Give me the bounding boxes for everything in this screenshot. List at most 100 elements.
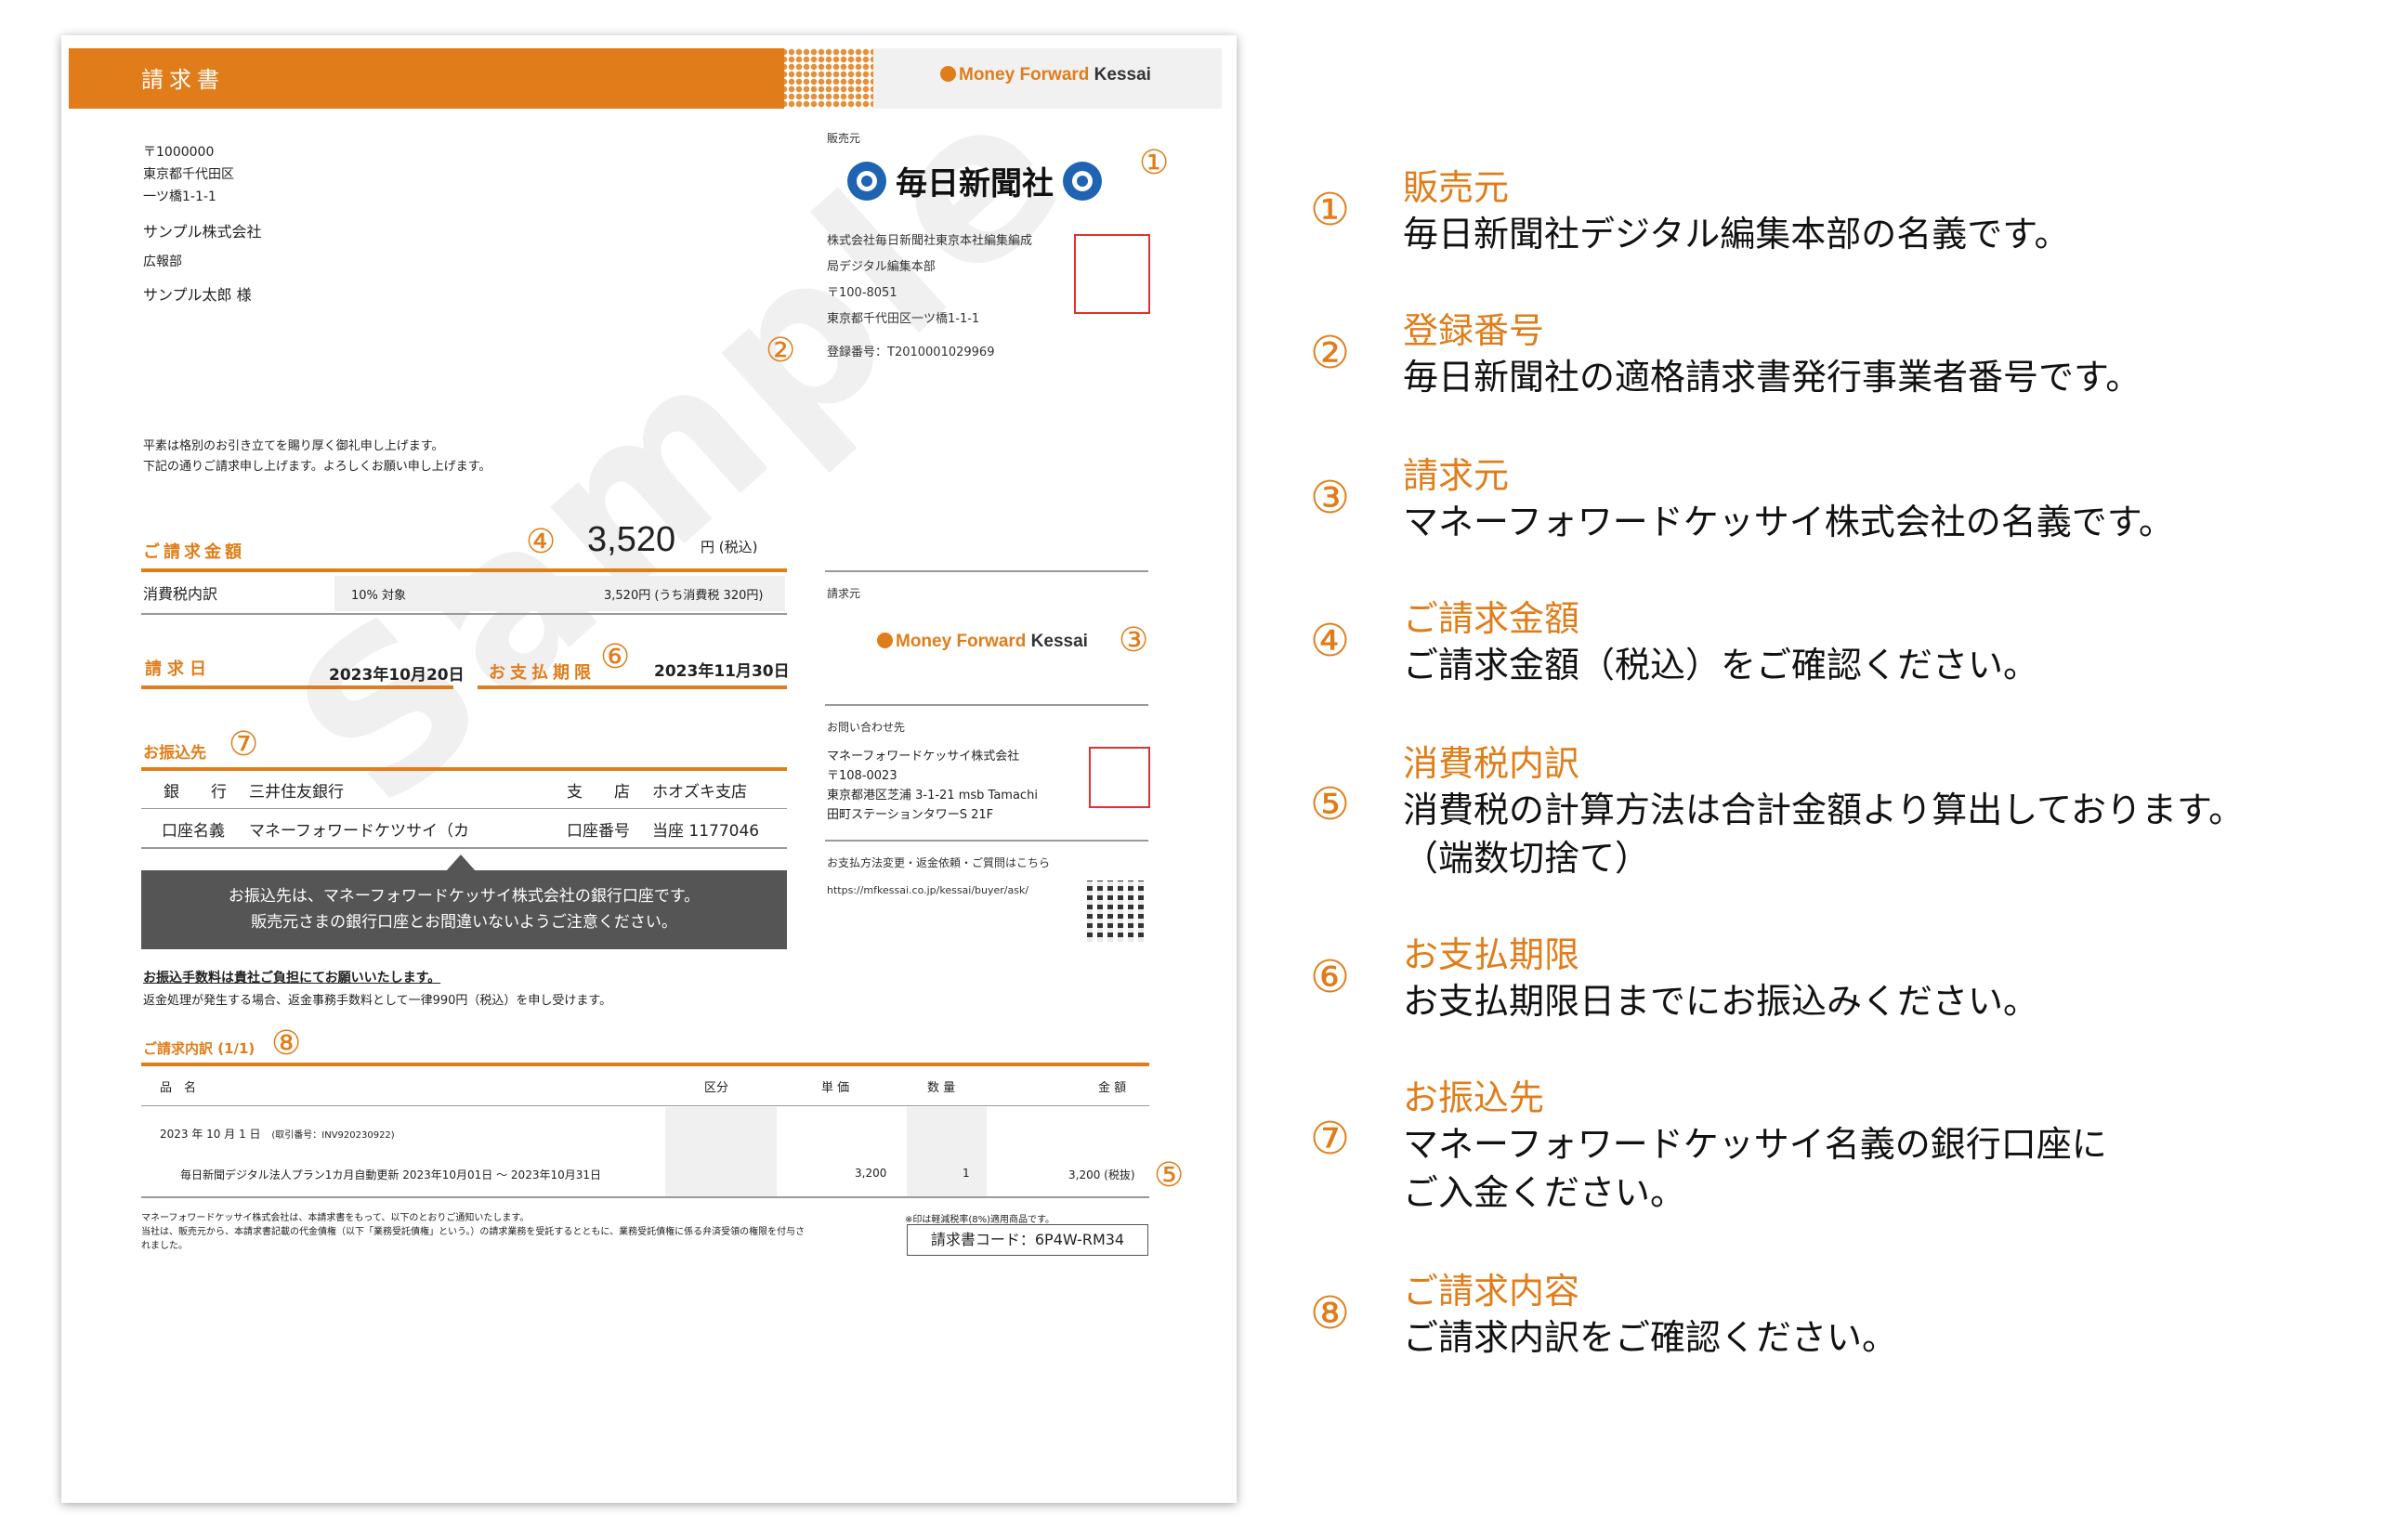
buyer-company: サンプル株式会社 xyxy=(143,223,262,241)
explanation-4-title: ご請求金額 xyxy=(1403,598,1580,639)
qr-code-pattern xyxy=(1087,881,1148,942)
explanation-5-desc-line1: 消費税の計算方法は合計金額より算出しております。 xyxy=(1403,790,2245,830)
tax-row-underline xyxy=(141,613,787,615)
seller-registration-number: 登録番号：T2010001029969 xyxy=(827,346,995,359)
refund-fee-note: 返金処理が発生する場合、返金事務手数料として一律990円（税込）を申し受けます。 xyxy=(143,994,612,1008)
explanation-7-desc-line2: ご入金ください。 xyxy=(1403,1172,1686,1213)
footer-note3: れました。 xyxy=(141,1241,188,1251)
money-forward-logo-icon xyxy=(877,633,893,648)
seller-seal-stamp xyxy=(1074,234,1150,314)
due-date-underline xyxy=(478,685,787,689)
explanation-8-title: ご請求内容 xyxy=(1403,1271,1580,1312)
explanation-1-number: ① xyxy=(1310,184,1351,236)
detail-qty: 1 xyxy=(963,1167,970,1180)
bank-name-label: 銀 行 xyxy=(164,783,227,802)
seller-line1: 株式会社毎日新聞社東京本社編集編成 xyxy=(827,234,1033,248)
buyer-address2: 一ツ橋1-1-1 xyxy=(143,189,216,204)
bank-name-value: 三井住友銀行 xyxy=(249,783,344,802)
tax-detail: 3,520円 (うち消費税 320円) xyxy=(604,589,764,603)
explanation-1-title: 販売元 xyxy=(1403,167,1510,208)
footer-notes: マネーフォワードケッサイ株式会社は、本請求書をもって、以下のとおりご通知いたしま… xyxy=(141,1211,894,1253)
explanation-6-title: お支払期限 xyxy=(1403,934,1580,975)
marker-6: ⑥ xyxy=(600,638,631,676)
greeting-line2: 下記の通りご請求申し上げます。よろしくお願い申し上げます。 xyxy=(143,460,491,474)
explanation-3-number: ③ xyxy=(1310,472,1351,524)
col-qty-shade xyxy=(907,1107,987,1196)
amount-unit: 円 (税込) xyxy=(701,539,758,555)
reduced-tax-note: ※印は軽減税率(8%)適用商品です。 xyxy=(905,1215,1055,1225)
support-link-label: お支払方法変更・返金依頼・ご質問はこちら xyxy=(827,856,1051,869)
mainichi-logo-text: 毎日新聞社 xyxy=(896,165,1054,202)
explanation-3-title: 請求元 xyxy=(1403,455,1510,496)
detail-unit-price: 3,200 xyxy=(855,1167,887,1180)
explanation-4-number: ④ xyxy=(1310,615,1351,667)
footer-note2: 当社は、販売元から、本請求書記載の代金債権（以下「業務受託債権」という。）の請求… xyxy=(141,1227,806,1237)
explanation-7-number: ⑦ xyxy=(1310,1113,1351,1165)
invoice-code: 請求書コード：6P4W-RM34 xyxy=(907,1224,1148,1256)
biller-company: マネーフォワードケッサイ株式会社 xyxy=(827,750,1020,763)
explanation-6-desc: お支払期限日までにお振込みください。 xyxy=(1403,981,2039,1022)
amount-underline xyxy=(141,568,787,572)
invoice-title: 請求書 xyxy=(141,67,225,93)
biller-mid-rule xyxy=(825,704,1148,706)
seller-label: 販売元 xyxy=(827,132,861,145)
bank-notice-line2: 販売元さまの銀行口座とお間違いないようご注意ください。 xyxy=(251,913,677,932)
mainichi-emblem-icon xyxy=(847,161,886,201)
bank-row-divider xyxy=(141,808,787,809)
details-header-row: 品 名 区分 単 価 数 量 金 額 xyxy=(141,1076,1149,1100)
explanation-3-desc: マネーフォワードケッサイ株式会社の名義です。 xyxy=(1403,502,2174,542)
bank-notice-box: お振込先は、マネーフォワードケッサイ株式会社の銀行口座です。 販売元さまの銀行口… xyxy=(141,870,787,949)
marker-2: ② xyxy=(766,332,796,370)
marker-1: ① xyxy=(1139,144,1170,182)
branch-value: ホオズキ支店 xyxy=(652,783,747,802)
mainichi-emblem-icon-right xyxy=(1063,161,1102,201)
biller-bottom-rule xyxy=(825,840,1148,842)
biller-label: 請求元 xyxy=(827,587,861,600)
explanation-5-title: 消費税内訳 xyxy=(1403,743,1580,784)
seller-address: 東京都千代田区一ツ橋1-1-1 xyxy=(827,312,980,326)
bank-label: お振込先 xyxy=(143,744,206,763)
biller-postal: 〒108-0023 xyxy=(827,769,897,783)
col-qty-header: 数 量 xyxy=(927,1081,956,1095)
biller-address2: 田町ステーションタワーS 21F xyxy=(827,808,994,822)
seller-address-block: 株式会社毎日新聞社東京本社編集編成 局デジタル編集本部 〒100-8051 東京… xyxy=(827,228,1032,366)
seller-postal: 〒100-8051 xyxy=(827,286,897,300)
bank-underline xyxy=(141,767,787,771)
support-url[interactable]: https://mfkessai.co.jp/kessai/buyer/ask/ xyxy=(827,884,1028,896)
buyer-address-block: 〒1000000 東京都千代田区 一ツ橋1-1-1 サンプル株式会社 広報部 サ… xyxy=(143,141,262,307)
biller-top-rule xyxy=(825,570,1148,572)
transfer-fee-note: お振込手数料は貴社ご負担にてお願いいたします。 xyxy=(143,971,441,985)
explanation-2-desc: 毎日新聞社の適格請求書発行事業者番号です。 xyxy=(1403,357,2142,398)
col-unit-price-header: 単 価 xyxy=(821,1081,850,1095)
billing-date-label: 請求日 xyxy=(145,659,212,679)
marker-7: ⑦ xyxy=(229,725,259,763)
buyer-postal: 〒1000000 xyxy=(143,145,215,160)
col-category-shade xyxy=(665,1107,777,1196)
tax-label: 消費税内訳 xyxy=(143,585,218,603)
account-holder-label: 口座名義 xyxy=(162,822,225,841)
billing-date-underline xyxy=(141,685,453,689)
marker-3: ③ xyxy=(1119,621,1149,659)
account-number-value: 当座 1177046 xyxy=(652,822,760,841)
biller-address1: 東京都港区芝浦 3-1-21 msb Tamachi xyxy=(827,789,1038,803)
buyer-dept: 広報部 xyxy=(143,254,182,269)
seller-line2: 局デジタル編集本部 xyxy=(827,260,936,274)
branch-label: 支 店 xyxy=(567,783,630,802)
due-date-value: 2023年11月30日 xyxy=(654,662,790,681)
marker-8: ⑧ xyxy=(271,1024,302,1063)
notice-pointer xyxy=(446,855,476,871)
explanation-8-number: ⑧ xyxy=(1310,1287,1351,1339)
explanation-8-desc: ご請求内訳をご確認ください。 xyxy=(1403,1317,1898,1358)
due-date-label: お支払期限 xyxy=(489,663,596,683)
explanation-4-desc: ご請求金額（税込）をご確認ください。 xyxy=(1403,645,2039,685)
col-item-header: 品 名 xyxy=(160,1081,197,1095)
explanation-2-title: 登録番号 xyxy=(1403,310,1545,351)
detail-item-name: 毎日新聞デジタル法人プラン1カ月自動更新 2023年10月01日 〜 2023年… xyxy=(180,1168,601,1181)
biller-money-forward-logo: Money Forward Kessai xyxy=(877,632,1088,652)
bank-notice-line1: お振込先は、マネーフォワードケッサイ株式会社の銀行口座です。 xyxy=(228,887,701,906)
greeting: 平素は格別のお引き立てを賜り厚く御礼申し上げます。 下記の通りご請求申し上げます… xyxy=(143,437,491,477)
col-amount-header: 金 額 xyxy=(1098,1081,1127,1095)
explanation-7-desc-line1: マネーフォワードケッサイ名義の銀行口座に xyxy=(1403,1124,2107,1165)
details-underline xyxy=(141,1063,1149,1066)
marker-5: ⑤ xyxy=(1154,1156,1185,1194)
